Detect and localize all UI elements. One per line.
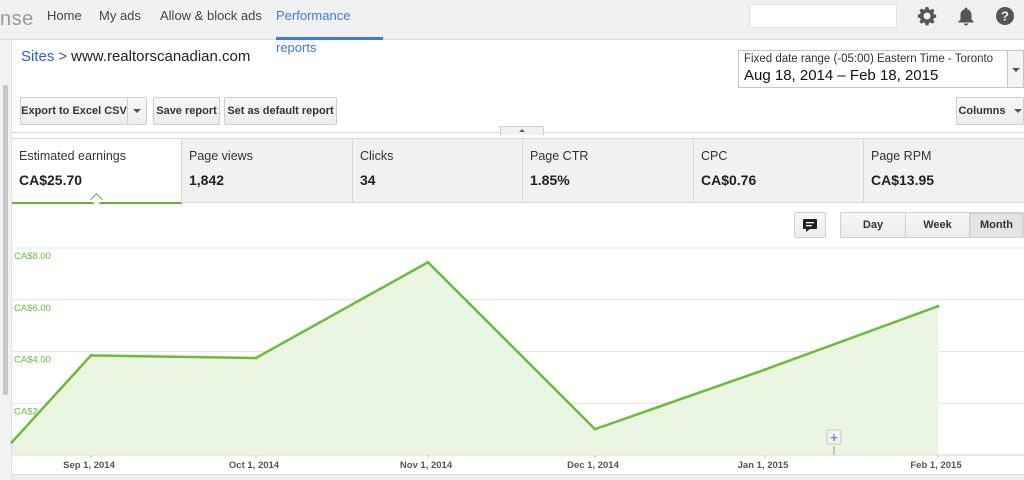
data-point [426, 260, 430, 264]
data-point [89, 353, 93, 357]
data-point [763, 368, 767, 372]
data-point [254, 356, 258, 360]
x-tick-label: Nov 1, 2014 [400, 460, 453, 471]
x-tick-label: Jan 1, 2015 [738, 460, 789, 471]
x-tick-label: Dec 1, 2014 [567, 460, 619, 471]
x-tick-label: Feb 1, 2015 [910, 460, 962, 471]
data-point [10, 440, 14, 444]
series-area [12, 262, 938, 455]
y-tick-label: CA$8.00 [14, 251, 51, 262]
y-tick-label: CA$6.00 [14, 303, 51, 314]
footer-divider [12, 474, 1024, 480]
x-tick-label: Oct 1, 2014 [229, 460, 280, 471]
data-point [593, 427, 597, 431]
earnings-chart: CA$2.00CA$4.00CA$6.00CA$8.00Sep 1, 2014 O… [10, 247, 1024, 471]
y-tick-label: CA$4.00 [14, 355, 51, 366]
data-point [936, 304, 940, 308]
x-tick-label: Sep 1, 2014 [63, 460, 115, 471]
plus-icon: + [830, 430, 838, 445]
